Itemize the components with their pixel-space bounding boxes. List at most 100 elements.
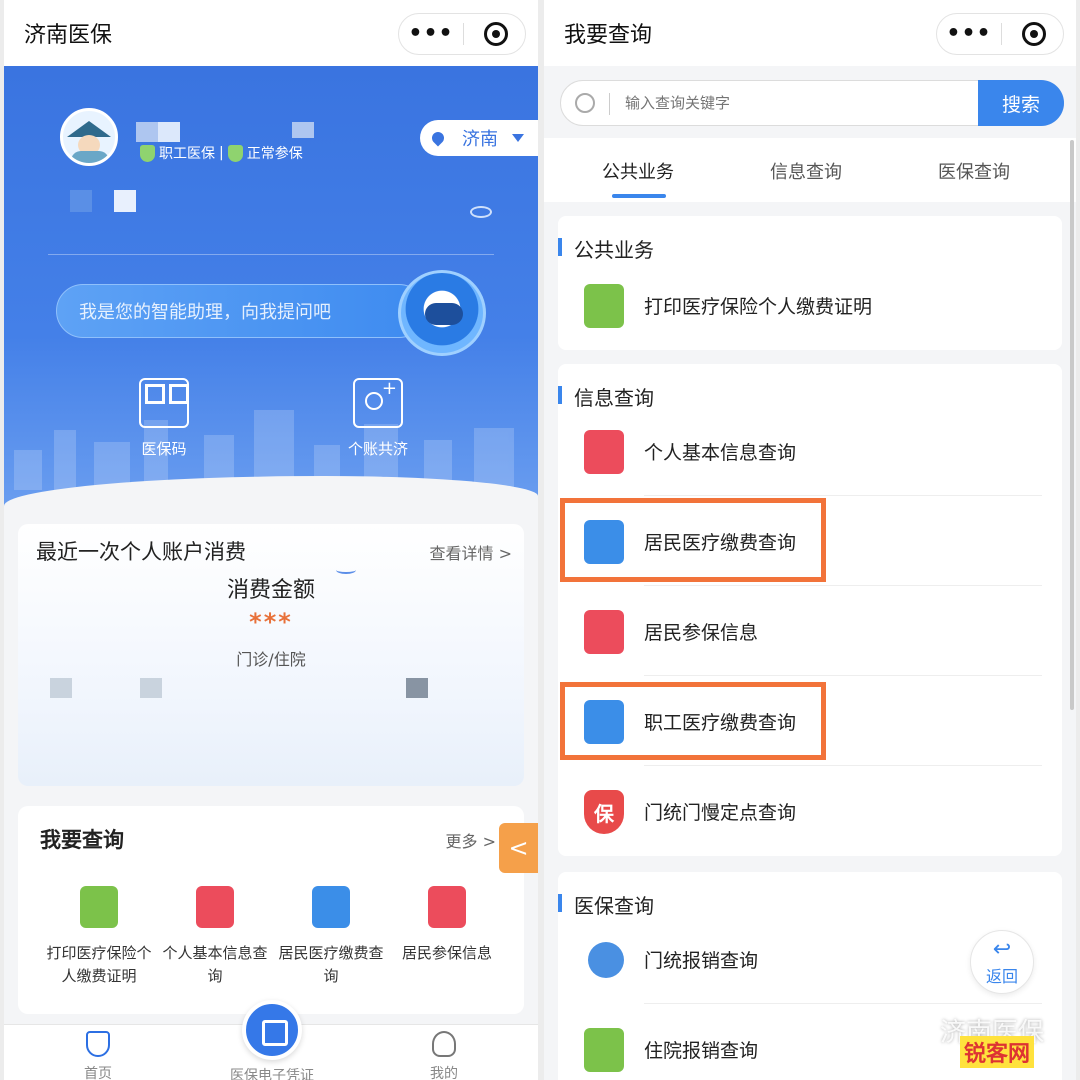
document-search-icon (312, 886, 350, 928)
query-item-label: 居民医疗缴费查询 (278, 944, 384, 985)
section-info-query: 信息查询 个人基本信息查询 居民医疗缴费查询 居民参保信息 职工医疗缴费查询 保… (558, 364, 1062, 856)
search-icon (575, 93, 595, 113)
feature-account-share[interactable]: 个账共济 (318, 378, 438, 459)
query-card: 我要查询 更多 > 打印医疗保险个人缴费证明 个人基本信息查询 居民医疗缴费查询… (18, 806, 524, 1014)
tab-insurance-query[interactable]: 医保查询 (890, 158, 1058, 184)
mini-program-capsule: ••• (936, 13, 1064, 55)
capsule-divider (1001, 23, 1002, 45)
masked-balance (114, 190, 136, 212)
qr-grid-icon (139, 378, 189, 428)
item-label: 个人基本信息查询 (644, 442, 797, 464)
printer-icon (584, 284, 624, 328)
check-shield-icon (227, 144, 243, 162)
nav-label: 我的 (430, 1066, 458, 1080)
shield-bao-icon: 保 (584, 790, 624, 834)
masked-info (140, 678, 162, 698)
tab-public-business[interactable]: 公共业务 (554, 158, 722, 198)
item-label: 职工医疗缴费查询 (644, 712, 797, 734)
dropdown-arrow-icon (512, 134, 524, 142)
printer-icon (80, 886, 118, 928)
search-input[interactable] (625, 89, 925, 117)
collapse-side-tab[interactable]: < (499, 823, 538, 873)
scrollbar[interactable] (1070, 140, 1074, 710)
item-resident-insurance[interactable]: 居民参保信息 (558, 588, 1062, 676)
watermark-site: 锐客网 (960, 1036, 1035, 1068)
query-screen: 我要查询 ••• 搜索 公共业务 信息查询 医保查询 公共业务 打印医疗保险个人… (544, 0, 1076, 1080)
view-details-link[interactable]: 查看详情 > (430, 540, 513, 564)
city-selector[interactable]: 济南 (420, 120, 538, 156)
e-certificate-qr-button[interactable] (242, 1000, 302, 1060)
shield-plus-icon (86, 1031, 110, 1057)
divider (48, 254, 494, 255)
query-item-label: 居民参保信息 (401, 944, 492, 962)
document-search-icon (584, 700, 624, 744)
item-employee-payment[interactable]: 职工医疗缴费查询 (558, 678, 1062, 766)
amount-label: 消费金额 (226, 578, 315, 603)
query-item-label: 个人基本信息查询 (162, 944, 268, 985)
close-target-icon[interactable] (1022, 22, 1046, 46)
item-label: 住院报销查询 (644, 1040, 759, 1062)
window-title: 济南医保 (24, 23, 113, 48)
query-item-basic-info[interactable]: 个人基本信息查询 (156, 886, 274, 988)
top-bar: 我要查询 ••• (544, 0, 1076, 66)
card-title: 最近一次个人账户消费 (36, 540, 246, 564)
badge-separator: | (219, 145, 224, 161)
item-label: 门统门慢定点查询 (644, 802, 797, 824)
masked-info (406, 678, 428, 698)
query-item-resident-insurance[interactable]: 居民参保信息 (388, 886, 506, 965)
item-label: 居民参保信息 (644, 622, 759, 644)
last-spend-card: 最近一次个人账户消费 查看详情 > 消费金额 *** 门诊/住院 (18, 524, 524, 786)
back-button[interactable]: 返回 (970, 930, 1034, 994)
more-menu-button[interactable]: ••• (937, 23, 1001, 45)
masked-name (136, 122, 158, 142)
section-title: 信息查询 (558, 382, 654, 411)
closed-eye-icon[interactable] (336, 566, 356, 574)
capsule-divider (463, 23, 464, 45)
document-search-icon (584, 520, 624, 564)
search-button[interactable]: 搜索 (978, 80, 1064, 126)
masked-name (158, 122, 180, 142)
query-item-print-certificate[interactable]: 打印医疗保险个人缴费证明 (40, 886, 158, 988)
feature-label: 个账共济 (347, 440, 408, 458)
item-outpatient-designated[interactable]: 保 门统门慢定点查询 (558, 768, 1062, 856)
avatar[interactable] (60, 108, 118, 166)
window-title: 我要查询 (564, 23, 653, 48)
item-resident-payment[interactable]: 居民医疗缴费查询 (558, 498, 1062, 586)
robot-assistant-icon[interactable] (398, 270, 486, 356)
contact-book-icon (428, 886, 466, 928)
close-target-icon[interactable] (484, 22, 508, 46)
family-share-icon (353, 378, 403, 428)
feature-medical-code[interactable]: 医保码 (104, 378, 224, 459)
more-menu-button[interactable]: ••• (399, 23, 463, 45)
contact-book-icon (584, 430, 624, 474)
item-label: 打印医疗保险个人缴费证明 (644, 296, 873, 318)
contact-book-icon (584, 610, 624, 654)
nav-label: 医保电子凭证 (230, 1068, 314, 1080)
more-link[interactable]: 更多 > (446, 828, 497, 852)
nav-home[interactable]: 首页 (38, 1031, 158, 1080)
insurance-badges: 职工医保 | 正常参保 (140, 143, 303, 163)
top-bar: 济南医保 ••• (4, 0, 538, 66)
item-basic-info[interactable]: 个人基本信息查询 (558, 408, 1062, 496)
nav-mine[interactable]: 我的 (384, 1031, 504, 1080)
item-label: 门统报销查询 (644, 950, 759, 972)
home-screen: 济南医保 ••• 职工医保 | 正常参保 济南 我是您的智能助理，向我提问吧 医… (4, 0, 538, 1080)
assistant-input[interactable]: 我是您的智能助理，向我提问吧 (56, 284, 426, 338)
query-item-label: 打印医疗保险个人缴费证明 (46, 944, 152, 985)
item-label: 居民医疗缴费查询 (644, 532, 797, 554)
tab-info-query[interactable]: 信息查询 (722, 158, 890, 184)
search-divider (609, 93, 610, 115)
hospital-yuan-icon (584, 1028, 624, 1072)
section-public-business: 公共业务 打印医疗保险个人缴费证明 (558, 216, 1062, 350)
nav-label: 首页 (84, 1066, 112, 1080)
eye-icon[interactable] (470, 206, 492, 218)
section-title: 公共业务 (558, 234, 654, 263)
feature-label: 医保码 (141, 440, 187, 458)
query-title: 我要查询 (40, 828, 124, 852)
category-tabs: 公共业务 信息查询 医保查询 (544, 138, 1076, 202)
nav-e-certificate[interactable]: 医保电子凭证 (212, 1065, 332, 1080)
mini-program-capsule: ••• (398, 13, 526, 55)
item-print-certificate[interactable]: 打印医疗保险个人缴费证明 (558, 262, 1062, 350)
query-item-resident-payment[interactable]: 居民医疗缴费查询 (272, 886, 390, 988)
search-bar: 搜索 (560, 80, 1064, 126)
